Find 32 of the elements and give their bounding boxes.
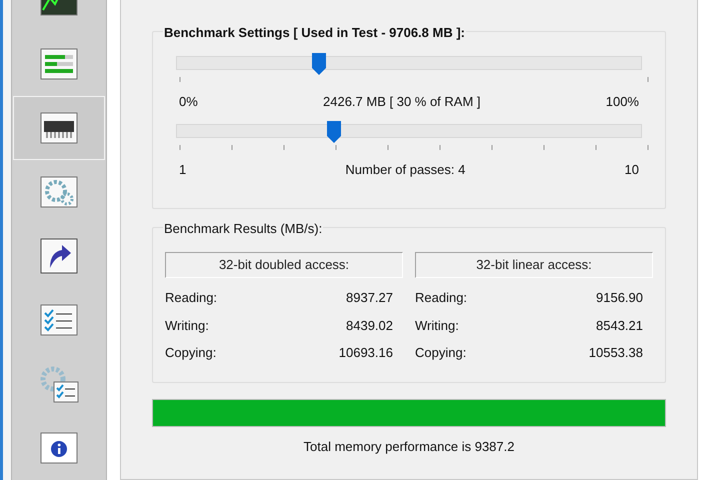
gear-checklist-icon <box>39 365 79 403</box>
passes-reading: Number of passes: 4 <box>345 160 466 179</box>
checklist-icon <box>40 304 78 336</box>
metric-label: Reading: <box>165 289 218 307</box>
info-icon <box>40 432 78 464</box>
metric-label: Reading: <box>415 289 468 307</box>
metric-label: Copying: <box>165 344 216 362</box>
column-heading: 32-bit doubled access: <box>165 252 403 278</box>
slider-thumb[interactable] <box>312 53 326 75</box>
metric-value: 9156.90 <box>596 289 643 307</box>
metric-value: 8937.27 <box>346 289 393 307</box>
column-heading: 32-bit linear access: <box>415 252 653 278</box>
progress-bars-icon <box>40 48 78 80</box>
total-performance: Total memory performance is 9387.2 <box>304 438 514 456</box>
sidebar-item[interactable] <box>13 96 105 160</box>
metric-value: 10553.38 <box>588 344 643 362</box>
max-label: 10 <box>624 160 639 178</box>
metric-label: Writing: <box>165 316 209 335</box>
min-label: 1 <box>179 160 186 178</box>
slider[interactable] <box>176 53 642 75</box>
slider[interactable] <box>176 120 642 142</box>
min-label: 0% <box>179 93 198 111</box>
metric-value: 10693.16 <box>338 344 393 362</box>
metric-label: Copying: <box>415 344 466 362</box>
slider-thumb[interactable] <box>326 120 341 142</box>
metric-label: Writing: <box>415 316 459 335</box>
metric-value: 8439.02 <box>346 316 393 334</box>
metric-value: 8543.21 <box>596 316 643 334</box>
max-label: 100% <box>606 93 639 111</box>
memory-reading: 2426.7 MB [ 30 % of RAM ] <box>323 93 481 111</box>
memory-chip-icon <box>40 112 78 144</box>
gears-icon <box>40 176 78 208</box>
